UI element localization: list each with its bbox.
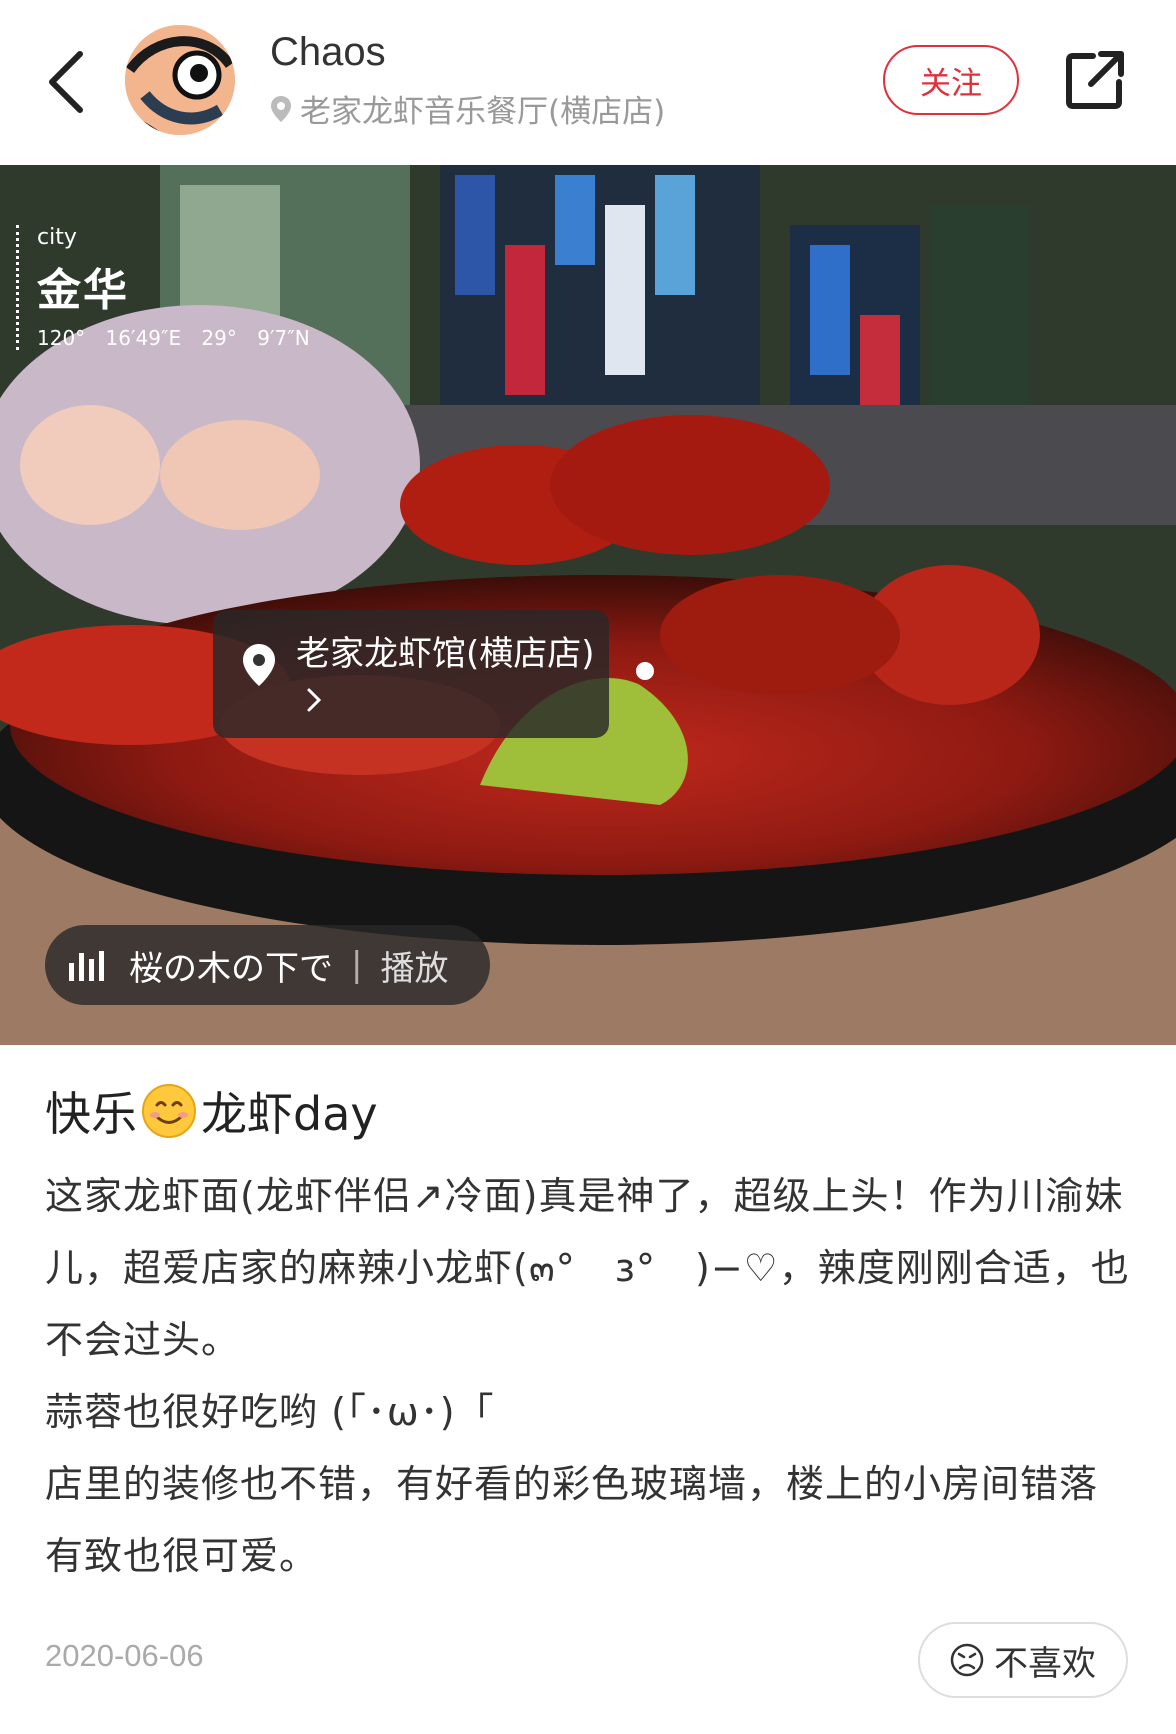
share-button[interactable] — [1063, 48, 1127, 112]
location-pin-icon — [243, 644, 275, 686]
location-text: 老家龙虾音乐餐厅(横店店) — [300, 94, 666, 130]
music-song-title: 桜の木の下で — [129, 948, 333, 989]
music-play-button[interactable]: 播放 — [380, 941, 448, 990]
avatar[interactable] — [125, 25, 235, 135]
chevron-right-icon — [307, 688, 322, 711]
back-button[interactable] — [38, 44, 94, 120]
poi-tag-text: 老家龙虾馆(横店店) — [296, 634, 595, 674]
sad-face-icon — [950, 1643, 984, 1677]
post-title: 快乐 龙虾day — [45, 1078, 378, 1144]
city-coordinates: 120° 16′49″E 29° 9′7″N — [37, 326, 310, 350]
chevron-left-icon — [49, 51, 83, 113]
smiling-face-emoji-icon — [142, 1084, 196, 1138]
music-bar[interactable]: 桜の木の下で | 播放 — [45, 925, 490, 1005]
post-location[interactable]: 老家龙虾音乐餐厅(横店店) — [270, 86, 665, 131]
poi-tag[interactable]: 老家龙虾馆(横店店) — [213, 610, 609, 738]
post-title-end: 龙虾day — [201, 1087, 378, 1141]
post-title-start: 快乐 — [45, 1087, 137, 1141]
audio-bars-icon — [69, 951, 104, 981]
poi-tag-anchor-dot — [636, 662, 654, 680]
post-paragraph: 店里的装修也不错，有好看的彩色玻璃墙，楼上的小房间错落有致也很可爱。 — [45, 1462, 1099, 1578]
post-date: 2020-06-06 — [45, 1638, 204, 1673]
follow-button[interactable]: 关注 — [883, 45, 1019, 115]
post-header: Chaos 老家龙虾音乐餐厅(横店店) 关注 — [0, 0, 1176, 165]
music-divider: | — [351, 945, 363, 985]
city-label: city — [37, 225, 77, 250]
city-watermark: city 金华 120° 16′49″E 29° 9′7″N — [16, 225, 310, 350]
dislike-label: 不喜欢 — [994, 1643, 1096, 1684]
post-paragraph: 蒜蓉也很好吃哟 (「･ω･)「 — [45, 1390, 495, 1434]
post-photo[interactable]: city 金华 120° 16′49″E 29° 9′7″N 老家龙虾馆(横店店… — [0, 165, 1176, 1045]
post-paragraph: 这家龙虾面(龙虾伴侣↗冷面)真是神了，超级上头！作为川渝妹儿，超爱店家的麻辣小龙… — [45, 1174, 1130, 1362]
author-name[interactable]: Chaos — [270, 30, 386, 75]
city-name: 金华 — [37, 265, 129, 316]
poi-tag-label: 老家龙虾馆(横店店) — [296, 632, 596, 720]
share-icon — [1066, 51, 1124, 109]
dislike-button[interactable]: 不喜欢 — [918, 1622, 1128, 1698]
location-pin-icon — [271, 95, 291, 122]
avatar-image — [125, 25, 235, 135]
post-body: 这家龙虾面(龙虾伴侣↗冷面)真是神了，超级上头！作为川渝妹儿，超爱店家的麻辣小龙… — [45, 1160, 1135, 1592]
